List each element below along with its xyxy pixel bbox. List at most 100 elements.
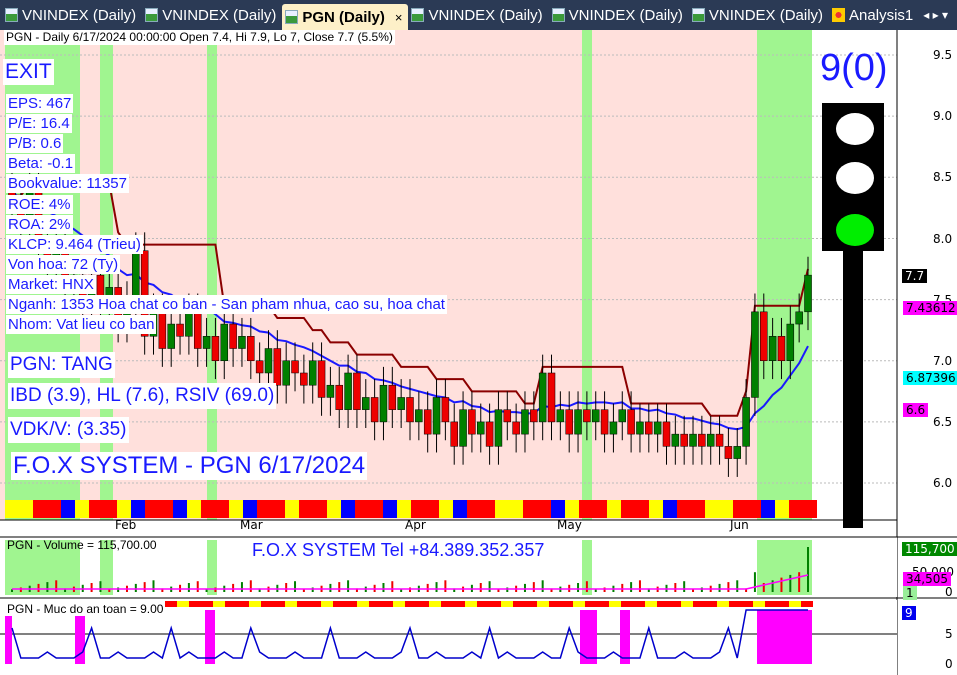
month-label: Apr <box>405 518 426 532</box>
safety-strip-segment <box>765 601 777 607</box>
safety-strip-segment <box>645 601 657 607</box>
close-tag: 7.7 <box>902 269 928 283</box>
candle <box>415 409 423 423</box>
candle <box>538 372 547 423</box>
signal-strip-segment <box>327 500 341 518</box>
safety-strip-segment <box>753 601 765 607</box>
price-axis-label: 9.0 <box>933 109 953 124</box>
safety-high-band <box>5 610 12 664</box>
safety-strip-segment <box>405 601 417 607</box>
candle <box>503 409 512 423</box>
signal-exit: EXIT <box>3 59 54 85</box>
tab-1[interactable]: VNINDEX (Daily) <box>142 2 282 28</box>
safety-strip-segment <box>501 601 513 607</box>
safety-strip-segment <box>309 601 321 607</box>
status-text: PGN: TANG <box>8 352 115 378</box>
volume-axis-0: 0 <box>945 585 953 599</box>
chart-icon <box>551 8 565 22</box>
signal-strip-segment <box>89 500 103 518</box>
signal-strip-segment <box>565 500 579 518</box>
signal-strip-segment <box>789 500 803 518</box>
volume-tag: 115,700 <box>902 542 957 556</box>
candle <box>308 360 317 386</box>
signal-strip-segment <box>187 500 201 518</box>
vdk-text: VDK/V: (3.35) <box>8 417 129 443</box>
close-tab-icon[interactable]: × <box>395 10 403 25</box>
candle <box>450 421 458 447</box>
price-axis-label: 7.0 <box>933 354 953 368</box>
signal-band <box>582 30 592 520</box>
safety-strip-segment <box>453 601 465 607</box>
signal-strip-segment <box>313 500 327 518</box>
safety-high-band <box>757 610 812 664</box>
safety-strip-segment <box>681 601 693 607</box>
candle <box>132 250 140 300</box>
candle <box>238 336 246 349</box>
signal-strip-segment <box>271 500 285 518</box>
score: 9(0) <box>820 47 888 89</box>
signal-strip-segment <box>33 500 47 518</box>
safety-strip-segment <box>489 601 501 607</box>
month-label: Mar <box>240 518 263 532</box>
candle <box>760 311 768 361</box>
candle <box>282 360 290 386</box>
safety-strip-segment <box>585 601 597 607</box>
candle <box>600 409 609 435</box>
candle <box>370 397 379 423</box>
tab-label: VNINDEX (Daily) <box>22 6 137 24</box>
tab-4[interactable]: VNINDEX (Daily) <box>549 2 689 28</box>
tab-0[interactable]: VNINDEX (Daily) <box>2 2 142 28</box>
tab-5[interactable]: VNINDEX (Daily) <box>689 2 829 28</box>
candle <box>247 336 255 362</box>
safety-strip-segment <box>417 601 429 607</box>
signal-strip-segment <box>5 500 19 518</box>
candle <box>353 372 361 410</box>
header-info: PGN - Daily 6/17/2024 00:00:00 Open 7.4,… <box>4 30 395 45</box>
signal-strip-segment <box>47 500 61 518</box>
safety-strip-segment <box>633 601 645 607</box>
fundamental-item: ROA: 2% <box>6 214 73 234</box>
price-axis-label: 6.5 <box>933 415 953 430</box>
tab-6[interactable]: Analysis1 <box>829 2 919 28</box>
signal-strip-segment <box>383 500 397 518</box>
safety-strip-segment <box>369 601 381 607</box>
signal-strip-segment <box>257 500 271 518</box>
tab-2[interactable]: PGN (Daily) × <box>282 4 409 30</box>
tab-label: VNINDEX (Daily) <box>162 6 277 24</box>
candle <box>255 360 264 374</box>
candle <box>556 409 565 423</box>
safety-strip-segment <box>537 601 549 607</box>
candle <box>291 360 299 374</box>
analysis-icon <box>832 8 846 22</box>
safety-strip-segment <box>189 601 201 607</box>
signal-strip-segment <box>145 500 159 518</box>
safety-strip-segment <box>465 601 477 607</box>
candle <box>591 409 600 423</box>
candle <box>777 336 786 362</box>
fundamental-item: Von hoa: 72 (Ty) <box>6 254 121 274</box>
signal-strip-segment <box>551 500 565 518</box>
candle <box>662 421 671 447</box>
signal-strip-segment <box>341 500 355 518</box>
traffic-light-lamp <box>836 113 874 145</box>
chart-icon <box>285 10 299 24</box>
candle <box>406 397 414 423</box>
candle <box>645 421 653 435</box>
price-chart[interactable] <box>0 30 957 675</box>
month-label: Jun <box>730 518 749 532</box>
signal-strip-segment <box>733 500 747 518</box>
safety-strip-segment <box>285 601 297 607</box>
signal-strip-segment <box>495 500 509 518</box>
safety-strip-segment <box>477 601 489 607</box>
signal-strip-segment <box>243 500 257 518</box>
safety-strip-segment <box>249 601 261 607</box>
signal-strip-segment <box>425 500 439 518</box>
safety-high-band <box>620 610 630 664</box>
candle <box>724 446 733 459</box>
safety-strip-segment <box>393 601 405 607</box>
tab-scroll-icon[interactable]: ◂ ▸ ▾ <box>923 8 948 22</box>
candle <box>167 323 175 349</box>
tab-3[interactable]: VNINDEX (Daily) <box>408 2 548 28</box>
candle <box>751 311 759 398</box>
ratings-text: IBD (3.9), HL (7.6), RSIV (69.0) <box>8 383 277 409</box>
